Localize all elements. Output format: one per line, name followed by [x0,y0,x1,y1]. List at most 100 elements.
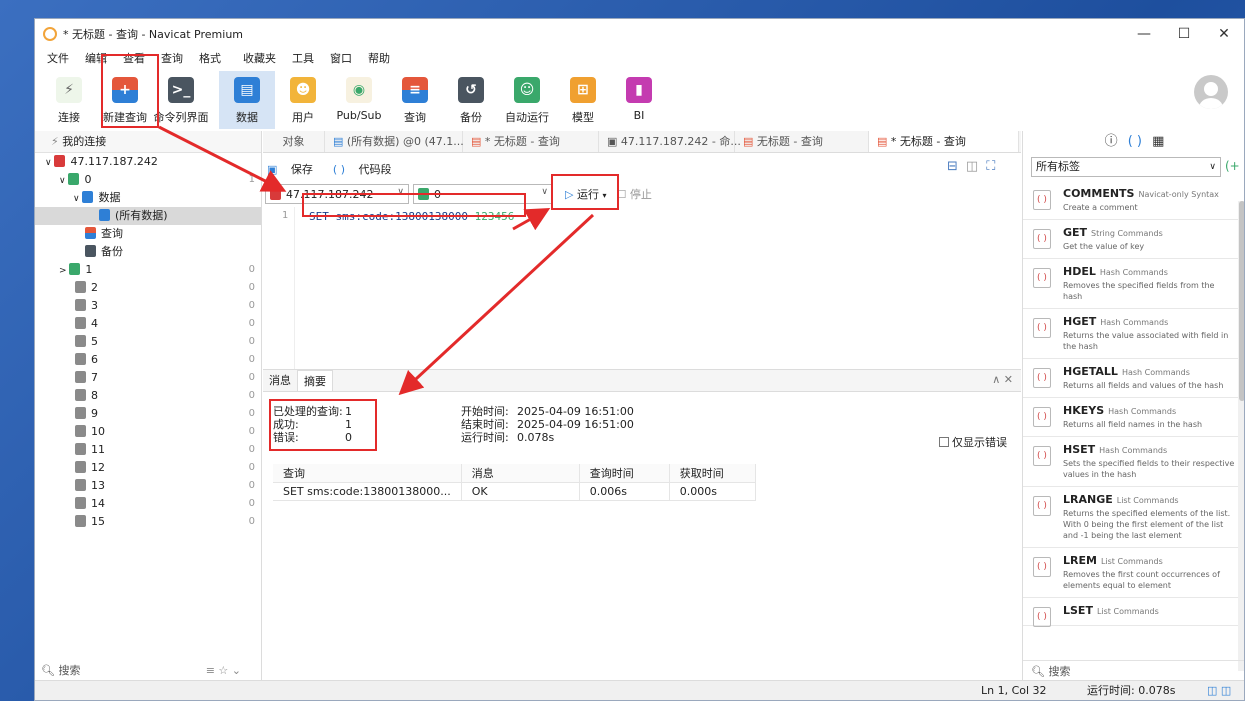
tree-db-2[interactable]: 20 [35,279,261,297]
collapse-close-icons[interactable]: ∧ ✕ [992,373,1013,386]
menu-window[interactable]: 窗口 [322,49,360,69]
snippet-item[interactable]: ( ) HSET Hash Commands Sets the specified f… [1023,437,1239,487]
menu-help[interactable]: 帮助 [360,49,398,69]
automation-button[interactable]: ☺ 自动运行 [499,71,555,129]
menu-file[interactable]: 文件 [39,49,77,69]
menu-view[interactable]: 查看 [115,49,153,69]
snippet-scrollbar[interactable] [1238,201,1244,671]
tree-db-7[interactable]: 70 [35,369,261,387]
tree-db-10[interactable]: 10 0 [35,423,261,441]
snippet-item[interactable]: ( ) LSET List Commands [1023,598,1239,627]
run-button[interactable]: ▷ 运行 ▾ [565,186,606,202]
automation-label: 自动运行 [505,111,549,124]
snippet-button[interactable]: ( ) 代码段 [333,161,402,177]
table-row[interactable]: SET sms:code:13800138000... OK 0.006s 0.… [273,482,756,501]
snippet-item[interactable]: ( ) COMMENTS Navicat-only Syntax Create a c… [1023,181,1239,220]
snippet-item[interactable]: ( ) LRANGE List Commands Returns the specif… [1023,487,1239,548]
user-button[interactable]: ☻ 用户 [275,71,331,129]
tree-db-4[interactable]: 40 [35,315,261,333]
avatar[interactable] [1194,75,1228,109]
snippet-item[interactable]: ( ) HGETALL Hash Commands Returns all field… [1023,359,1239,398]
menu-tools[interactable]: 工具 [284,49,322,69]
filter-icons[interactable]: ≡ ☆ ⌄ [206,660,241,682]
tree-db-6[interactable]: 60 [35,351,261,369]
bi-button[interactable]: ▮ BI [611,71,667,129]
query-button[interactable]: ≡ 查询 [387,71,443,129]
tree-backup-folder[interactable]: 备份 [35,243,261,261]
tag-filter-select[interactable]: 所有标签 ∨ [1031,157,1221,177]
play-icon: ▷ [565,188,574,201]
snippet-item[interactable]: ( ) LREM List Commands Removes the first co… [1023,548,1239,598]
tree-db-15[interactable]: 15 0 [35,513,261,531]
minimize-button[interactable]: — [1124,19,1164,49]
connection-search[interactable]: 🔍︎ 搜索 ≡ ☆ ⌄ [35,660,261,682]
backup-button[interactable]: ↺ 备份 [443,71,499,129]
tab-all-data[interactable]: ▤ (所有数据) @0 (47.1... [325,131,464,152]
db-name: 7 [91,371,98,384]
column-header[interactable]: 查询时间 [579,464,670,483]
model-button[interactable]: ⊞ 模型 [555,71,611,129]
tab-label: 47.117.187.242 - 命... [620,135,741,148]
snippet-item[interactable]: ( ) HGET Hash Commands Returns the value as… [1023,309,1239,359]
info-icon[interactable]: ⓘ [1105,134,1118,149]
snippet-item[interactable]: ( ) GET String Commands Get the value of ke… [1023,220,1239,259]
grid-icon[interactable]: ▦ [1152,134,1164,149]
tree-db-5[interactable]: 50 [35,333,261,351]
tree-db-11[interactable]: 11 0 [35,441,261,459]
column-header[interactable]: 查询 [273,464,462,483]
tree-query-folder[interactable]: 查询 [35,225,261,243]
snippet-search[interactable]: 🔍︎ 搜索 [1023,660,1244,682]
tab-objects[interactable]: 对象 [263,131,325,152]
pubsub-button[interactable]: ◉ Pub/Sub [331,71,387,129]
tab-query-2[interactable]: ▤ 无标题 - 查询 [735,131,869,152]
query-icon: ▤ [877,135,891,148]
tab-query-1[interactable]: ▤ * 无标题 - 查询 [463,131,599,152]
db-count: 0 [248,480,255,491]
snippet-item[interactable]: ( ) HDEL Hash Commands Removes the specifie… [1023,259,1239,309]
tree-db-8[interactable]: 80 [35,387,261,405]
save-button[interactable]: ▣ 保存 [267,161,323,177]
data-button[interactable]: ▤ 数据 [219,71,275,129]
tree-db-14[interactable]: 14 0 [35,495,261,513]
tree-db-12[interactable]: 12 0 [35,459,261,477]
tree-db-13[interactable]: 13 0 [35,477,261,495]
fullscreen-icon[interactable]: ⛶ [986,159,995,174]
braces-icon[interactable]: ( ) [1128,134,1142,149]
tree-data-folder[interactable]: ∨ 数据 [35,189,261,207]
tree-db-0[interactable]: ∨ 0 1 [35,171,261,189]
only-errors-checkbox[interactable]: 仅显示错误 [939,434,1007,450]
tab-summary[interactable]: 摘要 [297,370,333,391]
tab-messages[interactable]: 消息 [263,370,297,391]
split-horizontal-icon[interactable]: ⊟ [947,159,958,174]
sql-editor[interactable]: 1 SET sms:code:13800138000 123456 [263,207,1021,385]
tree-db-9[interactable]: 90 [35,405,261,423]
connect-button[interactable]: ⚡ 连接 [41,71,97,129]
snippet-item[interactable]: ( ) HKEYS Hash Commands Returns all field n… [1023,398,1239,437]
menu-favorites[interactable]: 收藏夹 [235,49,284,69]
tree-db-1[interactable]: > 1 0 [35,261,261,279]
split-vertical-icon[interactable]: ◫ [966,159,978,174]
database-select[interactable]: 0 ∨ [413,184,553,204]
add-snippet-icon[interactable]: (+ [1225,159,1240,173]
tree-all-data[interactable]: (所有数据) [35,207,261,225]
tab-query-active[interactable]: ▤ * 无标题 - 查询 [869,131,1019,152]
close-button[interactable]: ✕ [1204,19,1244,49]
menu-query[interactable]: 查询 [153,49,191,69]
tree-db-3[interactable]: 30 [35,297,261,315]
layout-icons[interactable]: ◫ ◫ [1207,681,1231,700]
connection-select[interactable]: 47.117.187.242 ∨ [265,184,409,204]
folder-label: 备份 [101,245,123,258]
menu-edit[interactable]: 编辑 [77,49,115,69]
tree-connection[interactable]: ∨ 47.117.187.242 [35,153,261,171]
new-query-button[interactable]: + 新建查询 [97,71,153,129]
stop-button[interactable]: ☐ 停止 [616,186,651,202]
column-header[interactable]: 消息 [461,464,580,483]
code-line[interactable]: SET sms:code:13800138000 123456 [309,210,514,223]
database-icon [75,335,86,347]
column-header[interactable]: 获取时间 [669,464,756,483]
cli-button[interactable]: >_ 命令列界面 [153,71,209,129]
maximize-button[interactable]: ☐ [1164,19,1204,49]
menu-format[interactable]: 格式 [191,49,229,69]
snippet-description: Sets the specified fields to their respe… [1063,459,1235,479]
tab-cli[interactable]: ▣ 47.117.187.242 - 命... [599,131,741,152]
